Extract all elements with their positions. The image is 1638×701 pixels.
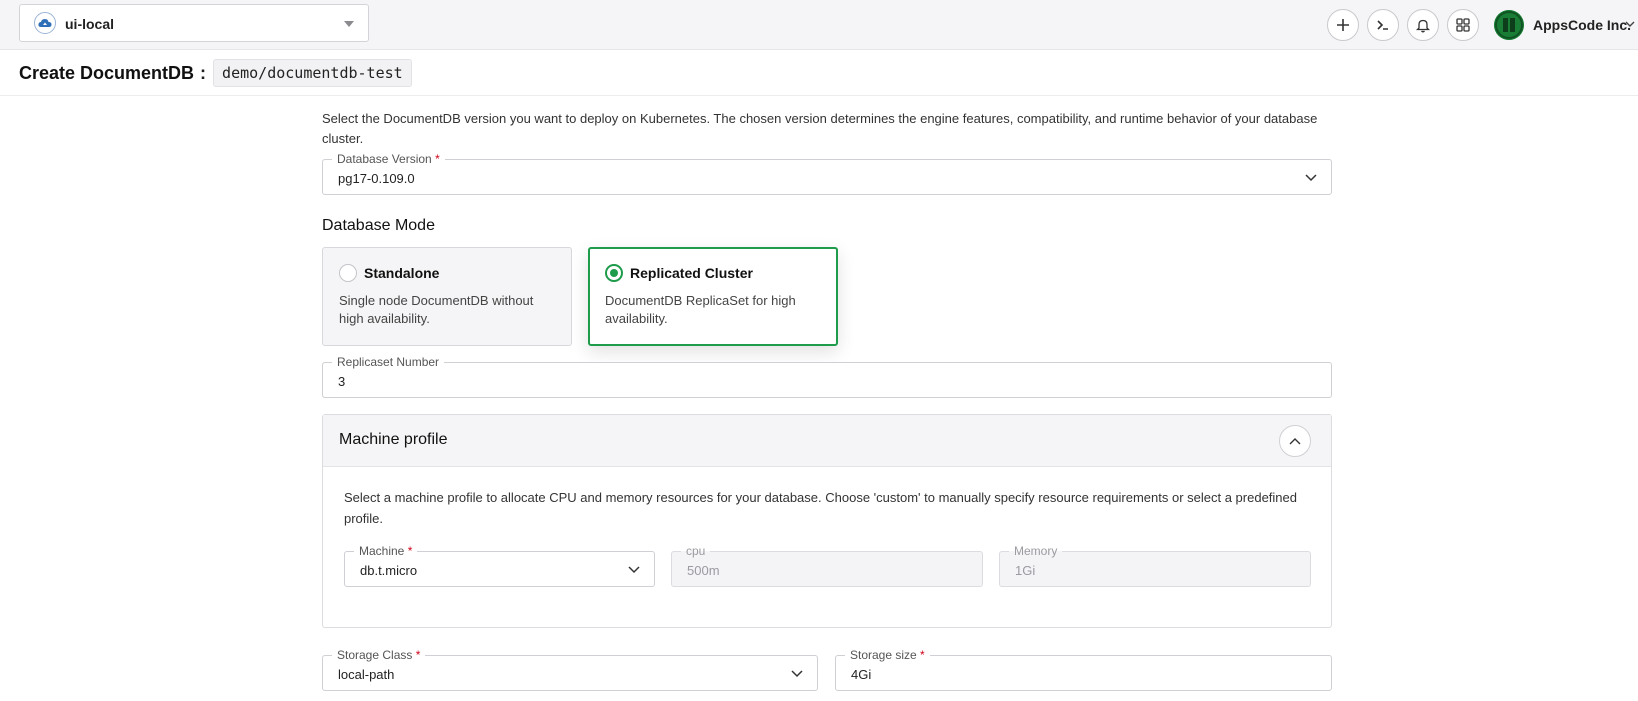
database-version-label: Database Version * [332, 151, 445, 167]
storage-size-label: Storage size * [845, 647, 930, 663]
apps-grid-icon [1456, 18, 1470, 32]
radio-standalone[interactable] [339, 264, 357, 282]
required-mark: * [920, 648, 925, 662]
collapse-button[interactable] [1279, 425, 1311, 457]
replicaset-number-input[interactable]: Replicaset Number 3 [322, 354, 1332, 398]
mode-title: Replicated Cluster [630, 265, 753, 281]
required-mark: * [407, 544, 413, 558]
header-divider [0, 95, 1638, 96]
caret-down-icon [344, 21, 354, 27]
database-version-select[interactable]: Database Version * pg17-0.109.0 [322, 151, 1332, 195]
page-header: Create DocumentDB : demo/documentdb-test [19, 58, 412, 88]
database-mode-heading: Database Mode [322, 217, 435, 234]
cpu-label: cpu [681, 543, 711, 559]
machine-label: Machine * [354, 543, 418, 559]
chevron-down-icon [791, 670, 803, 678]
storage-class-select[interactable]: Storage Class * local-path [322, 647, 818, 691]
storage-size-value: 4Gi [851, 667, 872, 682]
org-name[interactable]: AppsCode Inc. [1533, 17, 1631, 33]
machine-profile-header[interactable]: Machine profile [323, 415, 1331, 467]
title-separator: : [200, 62, 207, 83]
cluster-cloud-icon [34, 12, 56, 34]
apps-button[interactable] [1447, 9, 1479, 41]
version-description: Select the DocumentDB version you want t… [322, 111, 1318, 146]
cluster-selector[interactable]: ui-local [19, 4, 369, 42]
cluster-name: ui-local [65, 16, 115, 32]
storage-size-input[interactable]: Storage size * 4Gi [835, 647, 1332, 691]
memory-value: 1Gi [1015, 563, 1036, 578]
replicaset-number-value: 3 [338, 374, 346, 389]
mode-card-replicated-cluster[interactable]: Replicated Cluster DocumentDB ReplicaSet… [588, 247, 838, 346]
terminal-button[interactable] [1367, 9, 1399, 41]
avatar[interactable] [1494, 10, 1524, 40]
storage-class-label: Storage Class * [332, 647, 426, 663]
machine-profile-description: Select a machine profile to allocate CPU… [344, 490, 1297, 526]
cpu-value: 500m [687, 563, 720, 578]
chevron-down-icon [628, 566, 640, 574]
cpu-input: cpu 500m [671, 543, 983, 587]
radio-replicated-cluster[interactable] [605, 264, 623, 282]
add-button[interactable] [1327, 9, 1359, 41]
machine-profile-title: Machine profile [339, 431, 448, 448]
chevron-down-icon [1305, 174, 1317, 182]
mode-title: Standalone [364, 265, 440, 281]
page-title: Create DocumentDB [19, 62, 195, 83]
mode-description: Single node DocumentDB without high avai… [339, 293, 534, 326]
required-mark: * [435, 152, 440, 166]
chevron-up-icon [1289, 438, 1301, 445]
memory-input: Memory 1Gi [999, 543, 1311, 587]
required-mark: * [415, 648, 421, 662]
terminal-icon [1377, 20, 1388, 30]
resource-name-chip: demo/documentdb-test [213, 59, 412, 87]
replicaset-number-label: Replicaset Number [332, 354, 445, 370]
machine-profile-panel: Machine profile Select a machine profile… [322, 414, 1332, 628]
notifications-button[interactable] [1407, 9, 1439, 41]
top-bar: ui-local AppsCode Inc. [0, 0, 1638, 50]
machine-value: db.t.micro [360, 563, 418, 578]
chevron-down-icon[interactable] [1625, 20, 1635, 28]
machine-select[interactable]: Machine * db.t.micro [344, 543, 655, 587]
mode-description: DocumentDB ReplicaSet for high availabil… [605, 293, 796, 326]
database-version-value: pg17-0.109.0 [338, 171, 415, 186]
bell-icon [1416, 19, 1430, 32]
storage-class-value: local-path [338, 667, 395, 682]
plus-icon [1337, 19, 1349, 31]
mode-card-standalone[interactable]: Standalone Single node DocumentDB withou… [322, 247, 572, 346]
memory-label: Memory [1009, 543, 1063, 559]
